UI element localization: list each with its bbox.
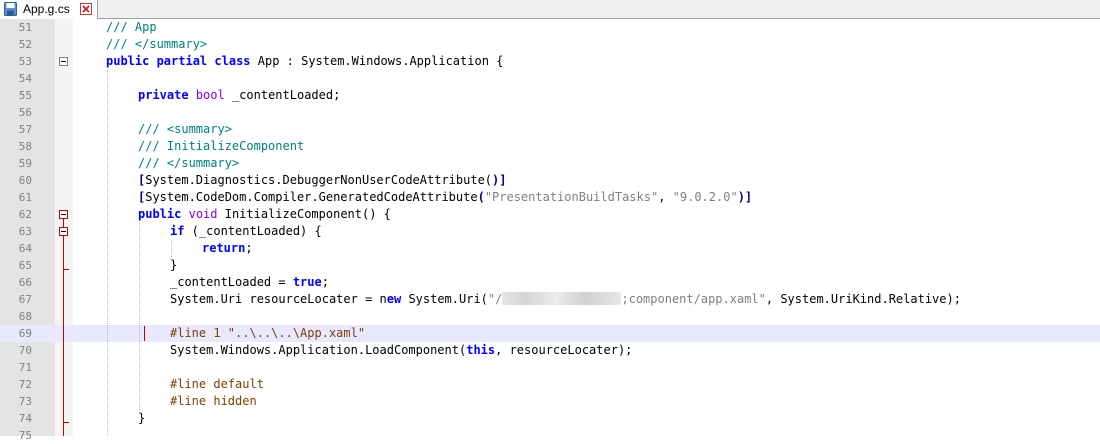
- line-number: 71: [18, 361, 32, 374]
- line-number: 69: [18, 327, 32, 340]
- indent-guide: [107, 70, 108, 436]
- line-number: 57: [18, 123, 32, 136]
- line-number: 61: [18, 191, 32, 204]
- tab-bar: App.g.cs: [0, 0, 1100, 19]
- code-text: #line default: [170, 377, 264, 391]
- save-icon: [4, 2, 17, 16]
- close-icon[interactable]: [80, 3, 92, 15]
- code-line[interactable]: 73 #line hidden: [0, 393, 1100, 410]
- line-number: 70: [18, 344, 32, 357]
- code-line[interactable]: 64 return;: [0, 240, 1100, 257]
- line-number: 58: [18, 140, 32, 153]
- line-number: 67: [18, 293, 32, 306]
- line-number: 74: [18, 412, 32, 425]
- code-line[interactable]: 56: [0, 104, 1100, 121]
- code-line[interactable]: 53 public partial class App : System.Win…: [0, 53, 1100, 70]
- text-caret: [144, 326, 145, 341]
- code-line[interactable]: 71: [0, 359, 1100, 376]
- code-text: /// App: [106, 20, 157, 34]
- fold-end-tick: [63, 422, 69, 423]
- code-text: [System.Diagnostics.DebuggerNonUserCodeA…: [138, 173, 507, 187]
- line-number: 60: [18, 174, 32, 187]
- code-line[interactable]: 63 if (_contentLoaded) {: [0, 223, 1100, 240]
- line-number: 53: [18, 55, 32, 68]
- code-text: [System.CodeDom.Compiler.GeneratedCodeAt…: [138, 190, 753, 204]
- fold-end-tick: [63, 269, 69, 270]
- code-line[interactable]: 68: [0, 308, 1100, 325]
- code-line[interactable]: 61 [System.CodeDom.Compiler.GeneratedCod…: [0, 189, 1100, 206]
- line-number: 63: [18, 225, 32, 238]
- code-line[interactable]: 72 #line default: [0, 376, 1100, 393]
- code-text: }: [138, 411, 146, 425]
- code-line[interactable]: 66 _contentLoaded = true;: [0, 274, 1100, 291]
- code-line[interactable]: 70 System.Windows.Application.LoadCompon…: [0, 342, 1100, 359]
- code-line[interactable]: 55 private bool _contentLoaded;: [0, 87, 1100, 104]
- line-number: 55: [18, 89, 32, 102]
- fold-toggle-icon[interactable]: [59, 57, 68, 66]
- line-number: 65: [18, 259, 32, 272]
- line-number: 51: [18, 21, 32, 34]
- code-text: public void InitializeComponent() {: [138, 207, 391, 221]
- redacted-block: [502, 292, 622, 305]
- line-number: 54: [18, 72, 32, 85]
- tab-app-g-cs[interactable]: App.g.cs: [0, 0, 98, 19]
- line-number: 59: [18, 157, 32, 170]
- code-line-current[interactable]: 69 #line 1 "..\..\..\App.xaml": [0, 325, 1100, 342]
- indent-guide: [139, 223, 140, 410]
- code-text: System.Uri resourceLocater = new System.…: [170, 292, 961, 306]
- code-text: /// <summary>: [138, 122, 232, 136]
- code-text: /// </summary>: [106, 37, 208, 51]
- code-line[interactable]: 54: [0, 70, 1100, 87]
- line-number: 68: [18, 310, 32, 323]
- code-text: if (_contentLoaded) {: [170, 224, 322, 238]
- code-line[interactable]: 67 System.Uri resourceLocater = new Syst…: [0, 291, 1100, 308]
- indent-guide: [171, 240, 172, 257]
- code-line[interactable]: 58 /// InitializeComponent: [0, 138, 1100, 155]
- code-text: /// InitializeComponent: [138, 139, 305, 153]
- code-text: public partial class App : System.Window…: [106, 54, 504, 68]
- code-line[interactable]: 62 public void InitializeComponent() {: [0, 206, 1100, 223]
- fold-range-line: [63, 218, 64, 436]
- code-text: /// </summary>: [138, 156, 240, 170]
- code-line[interactable]: 52 /// </summary>: [0, 36, 1100, 53]
- code-text: System.Windows.Application.LoadComponent…: [170, 343, 633, 357]
- code-text: #line 1 "..\..\..\App.xaml": [170, 326, 366, 340]
- code-text: #line hidden: [170, 394, 257, 408]
- code-line[interactable]: 51 /// App: [0, 19, 1100, 36]
- code-line[interactable]: 59 /// </summary>: [0, 155, 1100, 172]
- line-number: 62: [18, 208, 32, 221]
- code-editor[interactable]: 51 /// App 52 /// </summary> 53 public p…: [0, 19, 1100, 442]
- tab-label: App.g.cs: [23, 2, 70, 16]
- code-text: }: [170, 258, 178, 272]
- code-text: _contentLoaded = true;: [170, 275, 329, 289]
- line-number: 64: [18, 242, 32, 255]
- code-line[interactable]: 57 /// <summary>: [0, 121, 1100, 138]
- line-number: 72: [18, 378, 32, 391]
- line-number: 73: [18, 395, 32, 408]
- line-number: 52: [18, 38, 32, 51]
- code-line[interactable]: 65 }: [0, 257, 1100, 274]
- fold-toggle-icon[interactable]: [59, 227, 68, 236]
- code-line[interactable]: 60 [System.Diagnostics.DebuggerNonUserCo…: [0, 172, 1100, 189]
- fold-toggle-icon[interactable]: [59, 210, 68, 219]
- code-text: private bool _contentLoaded;: [138, 88, 341, 102]
- code-line[interactable]: 74 }: [0, 410, 1100, 427]
- line-number: 56: [18, 106, 32, 119]
- code-text: return;: [202, 241, 253, 255]
- line-number: 66: [18, 276, 32, 289]
